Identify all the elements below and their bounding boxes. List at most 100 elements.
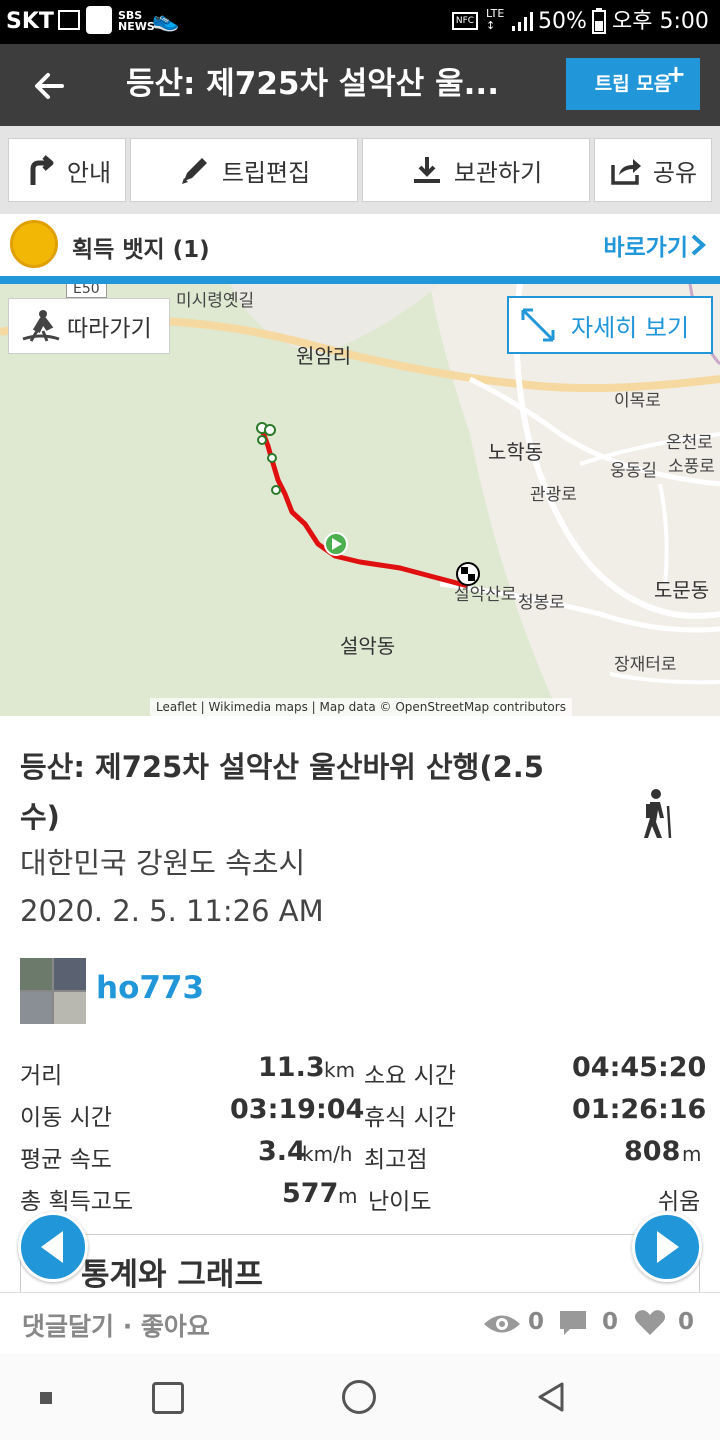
waypoint-marker[interactable] xyxy=(264,424,276,436)
waypoint-marker[interactable] xyxy=(271,485,281,495)
social-bar: 댓글달기 · 좋아요 0 0 0 xyxy=(0,1292,720,1354)
elevation-gain-unit: m xyxy=(338,1184,358,1208)
username-link[interactable]: ho773 xyxy=(96,970,204,1006)
distance-label: 거리 xyxy=(20,1063,63,1089)
comment-icon xyxy=(560,1311,586,1335)
map-attribution[interactable]: Leaflet | Wikimedia maps | Map data © Op… xyxy=(150,698,572,716)
clock: 오후 5:00 xyxy=(612,9,709,34)
guide-button[interactable]: 안내 xyxy=(8,138,126,202)
battery-icon xyxy=(592,8,606,34)
elevation-gain-value: 577 xyxy=(282,1178,339,1209)
difficulty-label: 난이도 xyxy=(368,1189,432,1215)
map-label-sopung: 소풍로 xyxy=(668,457,715,477)
download-icon xyxy=(413,157,440,183)
walking-person-icon xyxy=(22,310,60,342)
map-label-misiryeong: 미시령옛길 xyxy=(176,291,255,311)
hiker-icon xyxy=(644,789,672,839)
duration-value: 04:45:20 xyxy=(572,1052,707,1083)
share-button[interactable]: 공유 xyxy=(594,138,712,202)
comment-count: 0 xyxy=(602,1309,619,1335)
max-altitude-value: 808 xyxy=(624,1136,681,1167)
shoe-icon: 👟 xyxy=(152,8,180,33)
difficulty-value: 쉬움 xyxy=(658,1189,701,1215)
avg-speed-label: 평균 속도 xyxy=(20,1147,112,1173)
map-label-cheongbong: 청봉로 xyxy=(518,593,565,613)
map-label-oncheon: 온천로 xyxy=(666,433,713,453)
comment-like-link[interactable]: 댓글달기 · 좋아요 xyxy=(22,1307,210,1343)
follow-button[interactable]: 따라가기 xyxy=(8,298,170,354)
map-label-wonam: 원암리 xyxy=(296,344,352,368)
page-title: 등산: 제725차 설악산 울... xyxy=(126,66,499,102)
heart-icon[interactable] xyxy=(634,1309,666,1337)
map-label-seoraksan-ro: 설악산로 xyxy=(454,585,517,605)
share-label: 공유 xyxy=(652,158,698,187)
badge-label: 획득 뱃지 (1) xyxy=(72,237,210,263)
edit-trip-label: 트립편집 xyxy=(221,158,311,187)
trip-date: 2020. 2. 5. 11:26 AM xyxy=(20,894,324,928)
map-label-domun: 도문동 xyxy=(654,578,710,602)
sbs-news-icon: SBS NEWS xyxy=(118,9,155,33)
expand-icon xyxy=(521,308,555,342)
waypoint-marker[interactable] xyxy=(267,453,277,463)
trip-map[interactable]: 원암리 노학동 설악동 도문동 이목로 온천로 소풍로 관광로 웅동길 청봉로 … xyxy=(0,284,720,716)
overview-button-icon[interactable] xyxy=(152,1382,184,1414)
action-toolbar: 안내 트립편집 보관하기 공유 xyxy=(0,126,720,214)
moving-time-value: 03:19:04 xyxy=(230,1094,365,1125)
distance-value: 11.3 xyxy=(258,1052,325,1083)
avg-speed-unit: km/h xyxy=(302,1142,353,1166)
waypoint-marker[interactable] xyxy=(257,435,267,445)
prev-trip-button[interactable] xyxy=(18,1212,88,1282)
stats-graph-card[interactable]: 통계와 그래프 xyxy=(20,1234,700,1294)
avg-speed-value: 3.4 xyxy=(258,1136,306,1167)
turn-right-icon xyxy=(30,155,54,185)
map-detail-button[interactable]: 자세히 보기 xyxy=(507,296,713,354)
status-bar: SKT SBS NEWS 👟 NFC LTE ↕ 50% 오후 5:00 xyxy=(0,0,720,44)
chevron-right-icon xyxy=(691,234,706,256)
carrier-label: SKT xyxy=(6,9,54,34)
signal-icon xyxy=(512,12,533,31)
map-label-jangjae: 장재터로 xyxy=(614,655,677,675)
rest-time-label: 휴식 시간 xyxy=(364,1105,456,1131)
divider xyxy=(0,276,720,284)
road-shield: E50 xyxy=(66,284,107,298)
home-button-icon[interactable] xyxy=(342,1380,376,1414)
guide-label: 안내 xyxy=(66,158,112,187)
badge-row[interactable]: 획득 뱃지 (1) 바로가기 xyxy=(0,214,720,276)
graph-title: 통계와 그래프 xyxy=(81,1257,263,1293)
like-count: 0 xyxy=(678,1309,695,1335)
pencil-icon xyxy=(181,158,207,184)
app-bar: 등산: 제725차 설악산 울... 트립 모음 + xyxy=(0,44,720,126)
trip-collection-label: 트립 모음 xyxy=(594,73,672,95)
moving-time-label: 이동 시간 xyxy=(20,1105,112,1131)
lte-icon: LTE ↕ xyxy=(486,7,505,32)
avatar[interactable] xyxy=(20,958,86,1024)
recent-apps-dot-icon[interactable] xyxy=(40,1392,52,1404)
max-altitude-unit: m xyxy=(682,1142,702,1166)
map-label-seorak: 설악동 xyxy=(340,634,396,658)
map-label-gwangwang: 관광로 xyxy=(530,485,577,505)
edit-trip-button[interactable]: 트립편집 xyxy=(130,138,358,202)
goto-link[interactable]: 바로가기 xyxy=(603,228,708,262)
trip-title: 등산: 제725차 설악산 울산바위 산행(2.5수) xyxy=(20,750,544,834)
share-icon xyxy=(611,159,641,185)
back-arrow-icon[interactable] xyxy=(28,64,72,108)
goto-label: 바로가기 xyxy=(603,235,688,261)
duration-label: 소요 시간 xyxy=(364,1063,456,1089)
follow-label: 따라가기 xyxy=(67,316,152,342)
distance-unit: km xyxy=(324,1058,356,1082)
back-button-icon[interactable] xyxy=(534,1380,568,1414)
max-altitude-label: 최고점 xyxy=(364,1147,428,1173)
track-line xyxy=(259,429,469,589)
trip-location: 대한민국 강원도 속초시 xyxy=(20,846,306,880)
plus-icon: + xyxy=(665,60,686,88)
eye-icon xyxy=(484,1315,520,1333)
map-label-eungdong: 웅동길 xyxy=(610,461,657,481)
system-nav-bar xyxy=(0,1354,720,1440)
next-trip-button[interactable] xyxy=(632,1212,702,1282)
nfc-icon: NFC xyxy=(452,12,478,30)
badge-medal-icon xyxy=(10,220,58,268)
elevation-gain-label: 총 획득고도 xyxy=(20,1189,134,1215)
map-label-imok: 이목로 xyxy=(614,391,661,411)
trip-collection-button[interactable]: 트립 모음 + xyxy=(566,58,700,110)
save-button[interactable]: 보관하기 xyxy=(362,138,590,202)
